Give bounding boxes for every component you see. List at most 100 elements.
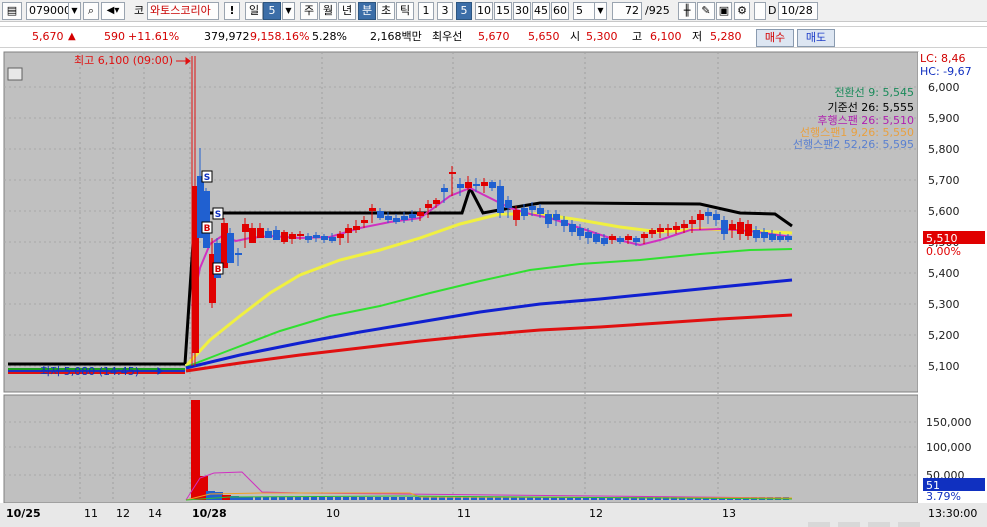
chart-area[interactable]: SSBB 6,0005,9005,8005,7005,6005,5005,400… bbox=[0, 48, 987, 527]
interval-15[interactable]: 15 bbox=[494, 2, 512, 20]
candle-body bbox=[545, 214, 552, 224]
price-panel bbox=[3, 51, 919, 393]
period-number[interactable]: 5 bbox=[263, 2, 281, 20]
lc-label: LC: 8,46 bbox=[920, 52, 966, 65]
sell-button[interactable]: 매도 bbox=[797, 29, 835, 47]
scroll-control-icon[interactable] bbox=[868, 522, 890, 527]
interval-30[interactable]: 30 bbox=[513, 2, 531, 20]
scroll-control-icon[interactable] bbox=[808, 522, 830, 527]
week-button[interactable]: 주 bbox=[300, 2, 318, 20]
candle-body bbox=[497, 186, 504, 213]
interval-1[interactable]: 1 bbox=[418, 2, 434, 20]
price-tick-label: 5,200 bbox=[928, 329, 960, 342]
low-marker-label: 최저 5,080 (14:45) bbox=[40, 365, 139, 378]
warning-button[interactable]: ! bbox=[224, 2, 240, 20]
interval-5[interactable]: 5 bbox=[456, 2, 472, 20]
candle-body bbox=[449, 172, 456, 174]
candle-body bbox=[713, 214, 720, 220]
volume-rate: 9,158.16% bbox=[250, 30, 310, 43]
volume-bar bbox=[367, 497, 373, 500]
volume-bar bbox=[343, 497, 349, 500]
candle-body bbox=[697, 214, 704, 220]
speaker-icon[interactable]: ◀▾ bbox=[101, 2, 125, 20]
d-checkbox[interactable] bbox=[754, 2, 766, 20]
candle-body bbox=[593, 234, 600, 242]
volume: 379,972 bbox=[204, 30, 250, 43]
date-input[interactable]: 10/28 bbox=[778, 2, 818, 20]
candle-body bbox=[473, 184, 480, 186]
year-button[interactable]: 년 bbox=[338, 2, 356, 20]
candle-body bbox=[785, 236, 792, 240]
volume-bar bbox=[359, 497, 365, 500]
tick-button[interactable]: 틱 bbox=[396, 2, 414, 20]
period-dropdown-icon[interactable]: ▼ bbox=[282, 2, 295, 20]
candle-body bbox=[489, 182, 496, 188]
month-button[interactable]: 월 bbox=[319, 2, 337, 20]
candle-tool-icon[interactable]: ╫ bbox=[678, 2, 696, 20]
period-day-button[interactable]: 일 bbox=[245, 2, 263, 20]
minute-button[interactable]: 분 bbox=[358, 2, 376, 20]
volume-panel bbox=[3, 394, 919, 504]
candle-body bbox=[505, 200, 512, 208]
volume-bar bbox=[375, 497, 381, 500]
candle-body bbox=[673, 226, 680, 230]
candle-body bbox=[369, 208, 376, 211]
page-input[interactable]: 72 bbox=[612, 2, 642, 20]
second-button[interactable]: 초 bbox=[377, 2, 395, 20]
scroll-control-icon[interactable] bbox=[838, 522, 860, 527]
time-axis-label: 12 bbox=[589, 507, 603, 520]
volume-bar bbox=[335, 497, 341, 500]
volume-bar bbox=[295, 497, 301, 500]
candle-body bbox=[769, 234, 776, 240]
up-triangle-icon: ▲ bbox=[68, 31, 76, 42]
volume-bar bbox=[255, 497, 261, 500]
candle-body bbox=[617, 238, 624, 242]
chart-menu-icon[interactable]: ▤ bbox=[2, 2, 22, 20]
trade-amount: 2,168백만 bbox=[370, 30, 422, 43]
candle-body bbox=[753, 230, 760, 238]
candle-body bbox=[281, 232, 288, 242]
candle-body bbox=[393, 218, 400, 222]
time-axis-label: 10/25 bbox=[6, 507, 41, 520]
scroll-control-icon[interactable] bbox=[898, 522, 920, 527]
price-tick-label: 5,300 bbox=[928, 298, 960, 311]
draw-tool-icon[interactable]: ✎ bbox=[697, 2, 715, 20]
price-tick-label: 5,900 bbox=[928, 112, 960, 125]
candle-body bbox=[465, 182, 472, 188]
interval-45[interactable]: 45 bbox=[532, 2, 550, 20]
interval-3[interactable]: 3 bbox=[437, 2, 453, 20]
candle-body bbox=[385, 216, 392, 220]
candle-body bbox=[203, 191, 210, 248]
high-label: 고 bbox=[632, 30, 643, 43]
volume-bar bbox=[247, 497, 253, 500]
stock-name-field[interactable]: 와토스코리아 bbox=[147, 2, 219, 20]
candle-body bbox=[609, 236, 616, 240]
high-marker-label: 최고 6,100 (09:00) bbox=[74, 54, 173, 67]
turnover-rate: 5.28% bbox=[312, 30, 347, 43]
time-axis-current: 13:30:00 bbox=[928, 507, 977, 520]
candle-body bbox=[433, 200, 440, 204]
code-dropdown-icon[interactable]: ▼ bbox=[68, 2, 81, 20]
search-icon[interactable]: ⌕ bbox=[83, 2, 99, 20]
candle-body bbox=[625, 236, 632, 240]
signal-marker-label: S bbox=[204, 173, 210, 183]
settings-icon[interactable]: ⚙ bbox=[734, 2, 750, 20]
buy-button[interactable]: 매수 bbox=[756, 29, 794, 47]
interval-10[interactable]: 10 bbox=[475, 2, 493, 20]
volume-bar bbox=[399, 497, 405, 500]
candle-body bbox=[265, 231, 272, 238]
panel-menu-icon[interactable] bbox=[7, 67, 23, 81]
signal-marker-label: B bbox=[215, 265, 222, 275]
price-tick-label: 5,600 bbox=[928, 205, 960, 218]
count-dropdown-icon[interactable]: ▼ bbox=[594, 2, 607, 20]
interval-60[interactable]: 60 bbox=[551, 2, 569, 20]
candle-body bbox=[649, 230, 656, 234]
time-axis-label: 11 bbox=[457, 507, 471, 520]
candlestick-chart[interactable]: SSBB 6,0005,9005,8005,7005,6005,5005,400… bbox=[0, 48, 987, 527]
volume-bar bbox=[383, 497, 389, 500]
high-price: 6,100 bbox=[650, 30, 682, 43]
candle-body bbox=[681, 224, 688, 228]
signal-marker-label: S bbox=[215, 210, 221, 220]
save-icon[interactable]: ▣ bbox=[716, 2, 732, 20]
candle-body bbox=[289, 234, 296, 239]
